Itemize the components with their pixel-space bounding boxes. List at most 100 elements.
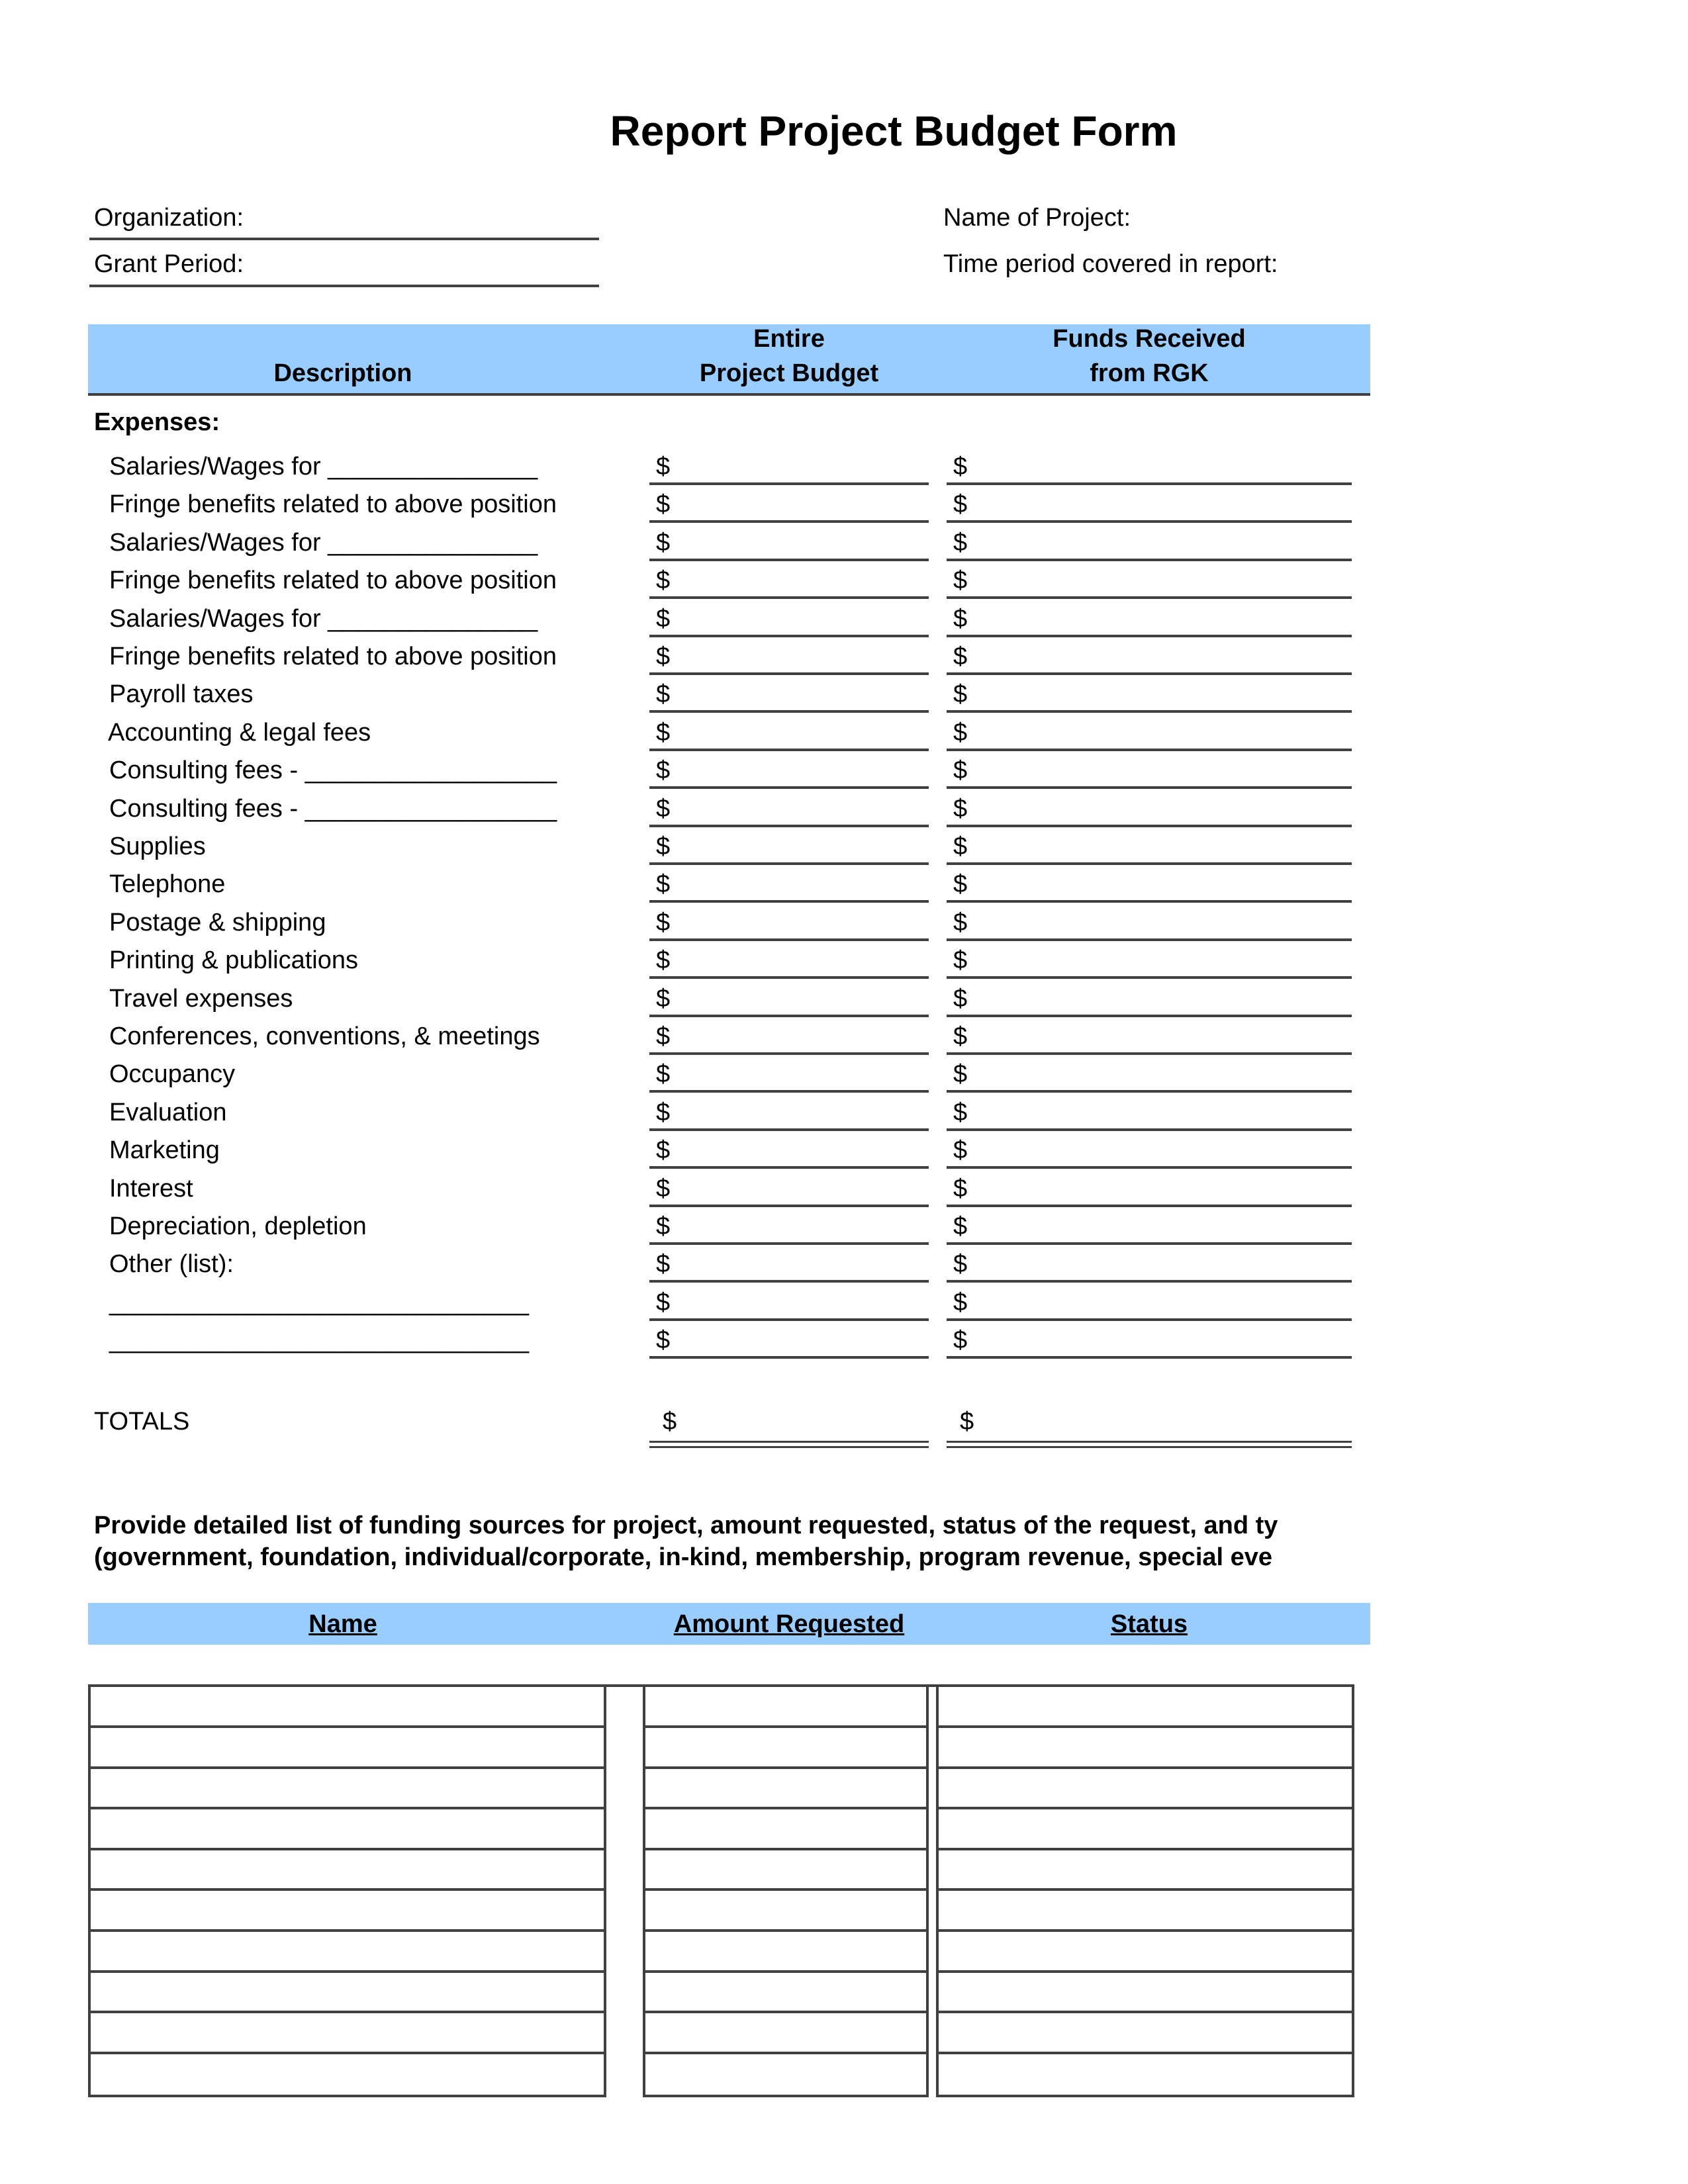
funds-received-field[interactable]: $ (947, 1206, 1352, 1245)
funding-status-cell[interactable] (939, 1850, 1352, 1891)
funds-received-field[interactable]: $ (947, 484, 1352, 523)
entire-budget-field[interactable]: $ (649, 903, 929, 941)
funding-status-column (936, 1684, 1354, 2097)
entire-budget-field[interactable]: $ (649, 940, 929, 979)
dollar-sign: $ (656, 1023, 671, 1050)
funding-status-cell[interactable] (939, 1687, 1352, 1728)
expense-row: Occupancy $ $ (0, 1054, 1688, 1093)
funds-received-field[interactable]: $ (947, 1130, 1352, 1169)
funds-received-field[interactable]: $ (947, 561, 1352, 600)
funding-status-cell[interactable] (939, 1932, 1352, 1973)
funds-received-field[interactable]: $ (947, 979, 1352, 1017)
funding-amount-cell[interactable] (645, 1850, 926, 1891)
funds-received-field[interactable]: $ (947, 523, 1352, 561)
grant-period-field[interactable] (89, 285, 599, 287)
expense-row: Evaluation $ $ (0, 1093, 1688, 1131)
totals-row: TOTALS $ $ (0, 1402, 1688, 1448)
entire-budget-field[interactable]: $ (649, 1283, 929, 1321)
funding-amount-cell[interactable] (645, 2013, 926, 2054)
funding-name-cell[interactable] (91, 1891, 604, 1932)
expense-label[interactable]: ______________________________ (109, 1326, 529, 1355)
entire-budget-field[interactable]: $ (649, 1130, 929, 1169)
funding-status-cell[interactable] (939, 1768, 1352, 1810)
totals-label: TOTALS (94, 1408, 190, 1435)
funds-received-field[interactable]: $ (947, 1054, 1352, 1093)
entire-budget-field[interactable]: $ (649, 1169, 929, 1207)
funds-received-field[interactable]: $ (947, 1093, 1352, 1131)
funds-received-field[interactable]: $ (947, 751, 1352, 790)
time-period-label: Time period covered in report: (943, 250, 1278, 278)
entire-budget-field[interactable]: $ (649, 561, 929, 600)
funding-amount-cell[interactable] (645, 2054, 926, 2095)
funds-received-field[interactable]: $ (947, 447, 1352, 485)
funds-received-field[interactable]: $ (947, 1169, 1352, 1207)
funding-amount-cell[interactable] (645, 1932, 926, 1973)
entire-budget-field[interactable]: $ (649, 713, 929, 751)
expenses-section-label: Expenses: (94, 408, 220, 436)
entire-budget-field[interactable]: $ (649, 864, 929, 903)
expense-row: Travel expenses $ $ (0, 979, 1688, 1017)
organization-field[interactable] (89, 238, 599, 240)
funding-status-cell[interactable] (939, 1728, 1352, 1769)
funding-status-cell[interactable] (939, 2054, 1352, 2095)
funding-amount-cell[interactable] (645, 1891, 926, 1932)
entire-budget-field[interactable]: $ (649, 751, 929, 790)
entire-budget-field[interactable]: $ (649, 1017, 929, 1055)
funding-status-cell[interactable] (939, 2013, 1352, 2054)
funding-amount-cell[interactable] (645, 1768, 926, 1810)
expense-label: Salaries/Wages for _______________ (109, 453, 538, 480)
funds-received-field[interactable]: $ (947, 1244, 1352, 1283)
entire-budget-field[interactable]: $ (649, 827, 929, 865)
funds-received-field[interactable]: $ (947, 599, 1352, 637)
funds-received-field[interactable]: $ (947, 1283, 1352, 1321)
entire-budget-field[interactable]: $ (649, 637, 929, 675)
funding-name-cell[interactable] (91, 1809, 604, 1850)
funds-received-field[interactable]: $ (947, 674, 1352, 713)
funding-name-cell[interactable] (91, 1972, 604, 2014)
dollar-sign: $ (953, 1136, 968, 1165)
funding-name-cell[interactable] (91, 1768, 604, 1810)
entire-budget-field[interactable]: $ (649, 674, 929, 713)
expense-row: Salaries/Wages for _______________ $ $ (0, 523, 1688, 561)
funds-received-field[interactable]: $ (947, 827, 1352, 865)
funding-amount-cell[interactable] (645, 1687, 926, 1728)
funding-name-cell[interactable] (91, 1687, 604, 1728)
expense-row: Payroll taxes $ $ (0, 674, 1688, 713)
entire-budget-field[interactable]: $ (649, 1244, 929, 1283)
entire-budget-field[interactable]: $ (649, 447, 929, 485)
total-funds-received-field[interactable]: $ (947, 1402, 1352, 1448)
funding-name-cell[interactable] (91, 1932, 604, 1973)
funds-received-field[interactable]: $ (947, 789, 1352, 827)
funding-name-cell[interactable] (91, 1850, 604, 1891)
funds-received-field[interactable]: $ (947, 1017, 1352, 1055)
funding-name-cell[interactable] (91, 2013, 604, 2054)
dollar-sign: $ (656, 908, 671, 936)
funds-received-field[interactable]: $ (947, 903, 1352, 941)
funding-status-cell[interactable] (939, 1891, 1352, 1932)
funds-received-field[interactable]: $ (947, 1320, 1352, 1359)
funding-name-cell[interactable] (91, 1728, 604, 1769)
entire-budget-field[interactable]: $ (649, 1054, 929, 1093)
funds-received-field[interactable]: $ (947, 940, 1352, 979)
total-entire-budget-field[interactable]: $ (649, 1402, 929, 1448)
entire-budget-field[interactable]: $ (649, 1320, 929, 1359)
funding-status-cell[interactable] (939, 1972, 1352, 2014)
funds-received-field[interactable]: $ (947, 637, 1352, 675)
entire-budget-field[interactable]: $ (649, 523, 929, 561)
funding-amount-cell[interactable] (645, 1728, 926, 1769)
expense-row: Printing & publications $ $ (0, 940, 1688, 979)
funding-status-cell[interactable] (939, 1809, 1352, 1850)
dollar-sign: $ (656, 1136, 671, 1165)
entire-budget-field[interactable]: $ (649, 1206, 929, 1245)
entire-budget-field[interactable]: $ (649, 979, 929, 1017)
funding-amount-cell[interactable] (645, 1809, 926, 1850)
entire-budget-field[interactable]: $ (649, 1093, 929, 1131)
entire-budget-field[interactable]: $ (649, 599, 929, 637)
expense-label[interactable]: ______________________________ (109, 1288, 529, 1317)
funding-amount-cell[interactable] (645, 1972, 926, 2014)
entire-budget-field[interactable]: $ (649, 789, 929, 827)
funds-received-field[interactable]: $ (947, 713, 1352, 751)
entire-budget-field[interactable]: $ (649, 484, 929, 523)
funds-received-field[interactable]: $ (947, 864, 1352, 903)
funding-name-cell[interactable] (91, 2054, 604, 2095)
